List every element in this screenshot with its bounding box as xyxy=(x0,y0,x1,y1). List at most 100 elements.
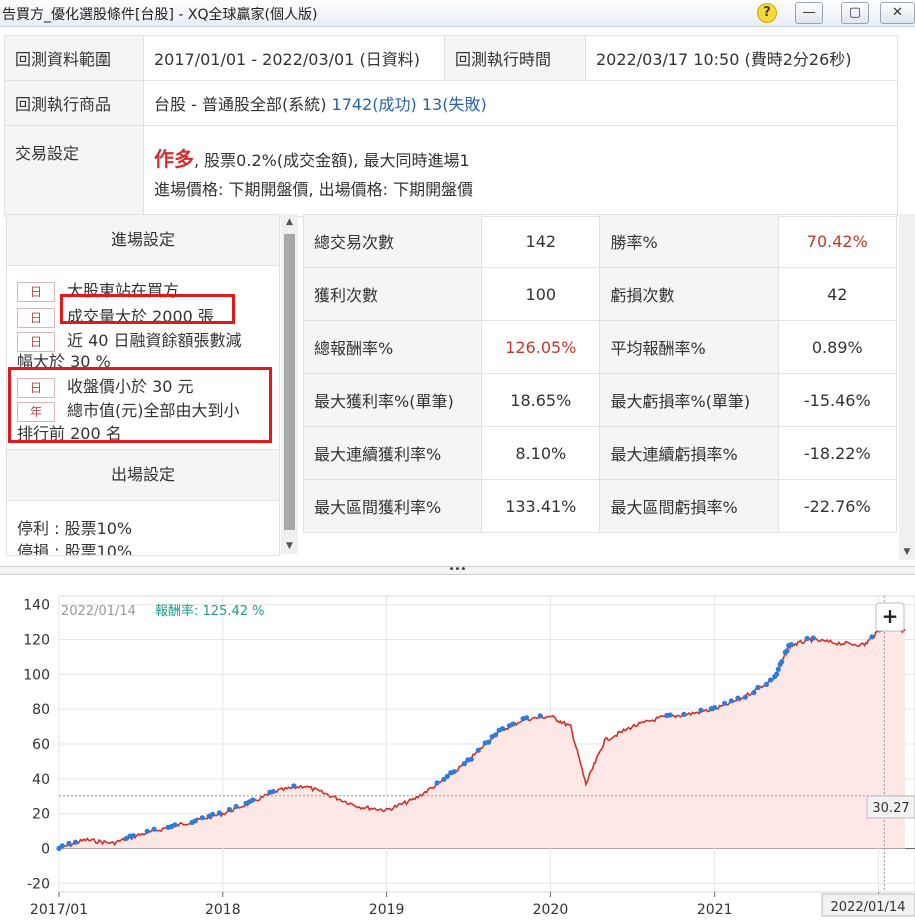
conditions-scrollbar[interactable]: ▲ ▼ xyxy=(281,214,298,554)
table-row: 總交易次數 142 勝率% 70.42% xyxy=(302,214,898,268)
zoom-plus-icon: + xyxy=(882,604,899,628)
take-profit-text: 停利 : 股票10% xyxy=(17,519,133,538)
table-row: 獲利次數 100 虧損次數 42 xyxy=(302,267,898,321)
new-high-marker xyxy=(510,721,516,727)
new-high-marker xyxy=(216,810,222,816)
stat-key: 總交易次數 xyxy=(302,214,483,268)
new-high-marker xyxy=(722,700,728,706)
new-high-marker xyxy=(774,671,780,677)
scroll-up-icon[interactable]: ▲ xyxy=(281,214,298,230)
stat-key: 勝率% xyxy=(599,214,779,268)
stat-key: 最大連續獲利率% xyxy=(302,426,483,480)
stat-key: 最大獲利率%(單筆) xyxy=(302,373,483,427)
chart-return-label: 報酬率: 125.42 % xyxy=(155,603,265,619)
new-high-marker xyxy=(523,715,530,721)
new-high-marker xyxy=(728,698,734,704)
help-icon[interactable]: ? xyxy=(757,3,777,23)
new-high-marker xyxy=(667,712,673,718)
chart-date-label: 2022/01/14 xyxy=(61,604,136,619)
minimize-button[interactable]: — xyxy=(795,2,823,24)
stat-value: 0.89% xyxy=(777,320,898,374)
maximize-button[interactable]: ▢ xyxy=(841,2,869,24)
trade-value: 作多, 股票0.2%(成交金額), 最大同時進場1 進場價格: 下期開盤價, 出… xyxy=(143,125,898,217)
zoom-button[interactable]: + xyxy=(875,602,905,632)
new-high-marker xyxy=(226,806,232,813)
new-high-marker xyxy=(698,707,704,713)
trade-side: 作多 xyxy=(154,146,194,171)
stat-key: 最大虧損率%(單筆) xyxy=(599,373,779,427)
cursor-date-box: 2022/01/14 xyxy=(821,893,915,917)
stat-value: 42 xyxy=(777,267,898,321)
stat-key: 最大區間虧損率% xyxy=(599,479,779,533)
table-row: 總報酬率% 126.05% 平均報酬率% 0.89% xyxy=(302,320,898,374)
condition-tag: 日 xyxy=(17,307,55,328)
highlight-box xyxy=(8,367,272,443)
cursor-date: 2022/01/14 xyxy=(831,900,906,915)
stat-value: -15.46% xyxy=(777,373,898,427)
stat-value: 100 xyxy=(481,267,601,321)
y-tick-label: 80 xyxy=(32,702,50,718)
new-high-marker xyxy=(209,811,216,817)
new-high-marker xyxy=(434,780,440,786)
new-high-marker xyxy=(499,726,506,732)
new-high-marker xyxy=(712,705,718,711)
range-value: 2017/01/01 - 2022/03/01 (日資料) xyxy=(143,35,445,81)
new-high-marker xyxy=(486,739,492,745)
new-high-marker xyxy=(804,635,810,642)
new-high-marker xyxy=(66,840,72,847)
table-row: 最大區間獲利率% 133.41% 最大區間虧損率% -22.76% xyxy=(302,479,898,533)
product-success-link[interactable]: 1742(成功) xyxy=(332,95,417,114)
new-high-marker xyxy=(270,788,276,795)
window-title: 告買方_優化選股條件[台股] - XQ全球贏家(個人版) xyxy=(2,7,318,23)
y-tick-label: 60 xyxy=(32,737,50,753)
panel-splitter[interactable]: ••• xyxy=(0,565,915,575)
new-high-marker xyxy=(199,815,205,821)
new-high-marker xyxy=(59,843,65,849)
stat-value: -22.76% xyxy=(777,479,898,533)
new-high-marker xyxy=(493,732,499,738)
x-tick-label: 2018 xyxy=(205,902,241,918)
y-tick-label: 140 xyxy=(23,598,50,614)
y-tick-label: -20 xyxy=(27,876,50,892)
exec-time-value: 2022/03/17 10:50 (費時2分26秒) xyxy=(585,35,898,81)
stat-value: -18.22% xyxy=(777,426,898,480)
new-high-marker xyxy=(775,666,781,672)
trade-label: 交易設定 xyxy=(4,125,144,217)
stat-key: 獲利次數 xyxy=(302,267,483,321)
new-high-marker xyxy=(475,747,481,753)
new-high-marker xyxy=(768,677,774,683)
exit-settings-header: 出場設定 xyxy=(7,449,279,501)
new-high-marker xyxy=(192,818,198,824)
product-fail-link[interactable]: 13(失敗) xyxy=(422,95,487,114)
cursor-value-box: 30.27 xyxy=(866,795,915,819)
trade-price: 進場價格: 下期開盤價, 出場價格: 下期開盤價 xyxy=(154,179,474,199)
new-high-marker xyxy=(172,822,178,828)
trade-detail: , 股票0.2%(成交金額), 最大同時進場1 xyxy=(194,150,470,170)
new-high-marker xyxy=(869,634,875,640)
table-row: 最大連續獲利率% 8.10% 最大連續虧損率% -18.22% xyxy=(302,426,898,480)
scroll-down-icon[interactable]: ▼ xyxy=(899,544,915,560)
entry-settings-header: 進場設定 xyxy=(7,215,279,266)
trade-line-1: 作多, 股票0.2%(成交金額), 最大同時進場1 xyxy=(154,143,887,172)
x-tick-label: 2017/01 xyxy=(30,902,88,918)
new-high-marker xyxy=(810,635,816,641)
close-button[interactable]: ✕ xyxy=(880,2,915,24)
stats-scrollbar[interactable]: ▼ xyxy=(899,214,915,560)
new-high-marker xyxy=(151,826,157,832)
scrollbar-thumb[interactable] xyxy=(284,234,295,530)
new-high-marker xyxy=(233,803,239,810)
y-tick-label: 120 xyxy=(23,633,50,649)
cursor-value: 30.27 xyxy=(872,801,909,816)
new-high-marker xyxy=(250,797,256,803)
product-value: 台股 - 普通股全部(系統) 1742(成功) 13(失敗) xyxy=(143,80,898,126)
highlight-box xyxy=(60,294,235,324)
y-axis: 140 120 100 80 60 40 20 0 -20 xyxy=(23,598,50,893)
maximize-icon: ▢ xyxy=(848,5,862,20)
new-high-marker xyxy=(72,839,79,845)
condition-tag: 日 xyxy=(17,281,55,302)
stat-key: 最大連續虧損率% xyxy=(599,426,779,480)
scroll-down-icon[interactable]: ▼ xyxy=(281,538,298,554)
x-axis: 2017/012018201920202021202 xyxy=(30,892,892,918)
y-tick-label: 20 xyxy=(32,807,50,823)
new-high-marker xyxy=(742,694,749,700)
